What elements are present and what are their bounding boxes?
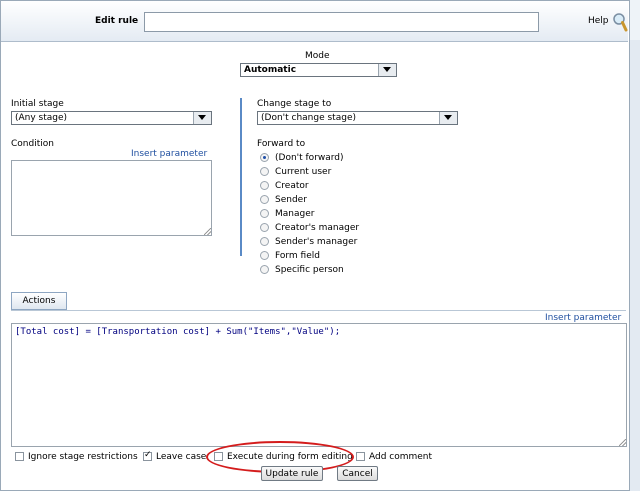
resize-grip-icon[interactable]: [619, 439, 626, 446]
resize-grip-icon[interactable]: [204, 228, 211, 235]
radio-button-icon[interactable]: [260, 153, 269, 162]
chevron-down-icon: [378, 64, 396, 76]
forward-option[interactable]: Specific person: [260, 263, 344, 276]
forward-option-label: Form field: [275, 250, 320, 261]
forward-option-label: Sender: [275, 194, 307, 205]
forward-option[interactable]: Creator's manager: [260, 221, 359, 234]
mode-label: Mode: [305, 51, 330, 61]
actions-insert-parameter-link[interactable]: Insert parameter: [545, 313, 621, 323]
add-comment-label: Add comment: [369, 452, 433, 462]
ignore-stage-label: Ignore stage restrictions: [28, 452, 138, 462]
forward-option-label: Specific person: [275, 264, 344, 275]
change-stage-value: (Don't change stage): [261, 113, 356, 123]
actions-divider: [11, 310, 626, 311]
condition-insert-parameter-link[interactable]: Insert parameter: [131, 149, 207, 159]
help-link[interactable]: Help: [588, 16, 609, 26]
chevron-down-icon: [439, 112, 457, 124]
mode-select-value: Automatic: [244, 65, 297, 75]
add-comment-checkbox[interactable]: [356, 452, 365, 461]
forward-option[interactable]: Manager: [260, 207, 314, 220]
forward-option-label: Sender's manager: [275, 236, 358, 247]
forward-option-label: Creator's manager: [275, 222, 360, 233]
forward-option[interactable]: (Don't forward): [260, 151, 344, 164]
help-magnifier-icon[interactable]: [612, 12, 628, 32]
radio-button-icon[interactable]: [260, 167, 269, 176]
section-divider: [240, 98, 242, 256]
ignore-stage-checkbox[interactable]: [15, 452, 24, 461]
radio-button-icon[interactable]: [260, 209, 269, 218]
actions-code-wrap: [Total cost] = [Transportation cost] + S…: [11, 323, 627, 447]
initial-stage-label: Initial stage: [11, 99, 64, 109]
condition-label: Condition: [11, 139, 54, 149]
forward-option-label: Manager: [275, 208, 315, 219]
radio-button-icon[interactable]: [260, 195, 269, 204]
condition-textarea-wrap: [11, 160, 212, 236]
actions-tab[interactable]: Actions: [11, 292, 67, 310]
initial-stage-select[interactable]: (Any stage): [11, 111, 212, 125]
forward-to-label: Forward to: [257, 139, 306, 149]
execute-during-editing-checkbox[interactable]: [214, 452, 223, 461]
radio-button-icon[interactable]: [260, 237, 269, 246]
leave-case-checkbox[interactable]: [143, 450, 152, 461]
forward-option-label: Current user: [275, 166, 332, 177]
forward-option[interactable]: Sender: [260, 193, 307, 206]
condition-textarea[interactable]: [11, 160, 212, 236]
leave-case-label: Leave case: [156, 452, 207, 462]
forward-option-label: (Don't forward): [275, 152, 344, 163]
dialog-title: Edit rule: [95, 16, 139, 26]
radio-button-icon[interactable]: [260, 265, 269, 274]
initial-stage-value: (Any stage): [15, 113, 68, 123]
update-rule-button[interactable]: Update rule: [261, 466, 323, 481]
mode-select[interactable]: Automatic: [240, 63, 397, 77]
forward-option-label: Creator: [275, 180, 309, 191]
radio-button-icon[interactable]: [260, 223, 269, 232]
rule-name-input[interactable]: [144, 12, 539, 32]
cancel-button[interactable]: Cancel: [337, 466, 378, 481]
forward-option[interactable]: Sender's manager: [260, 235, 357, 248]
change-stage-label: Change stage to: [257, 99, 332, 109]
forward-option[interactable]: Creator: [260, 179, 309, 192]
actions-code-editor[interactable]: [Total cost] = [Transportation cost] + S…: [11, 323, 627, 447]
chevron-down-icon: [193, 112, 211, 124]
radio-button-icon[interactable]: [260, 181, 269, 190]
change-stage-select[interactable]: (Don't change stage): [257, 111, 458, 125]
radio-button-icon[interactable]: [260, 251, 269, 260]
forward-option[interactable]: Form field: [260, 249, 320, 262]
forward-option[interactable]: Current user: [260, 165, 331, 178]
execute-during-editing-label: Execute during form editing: [227, 452, 353, 462]
